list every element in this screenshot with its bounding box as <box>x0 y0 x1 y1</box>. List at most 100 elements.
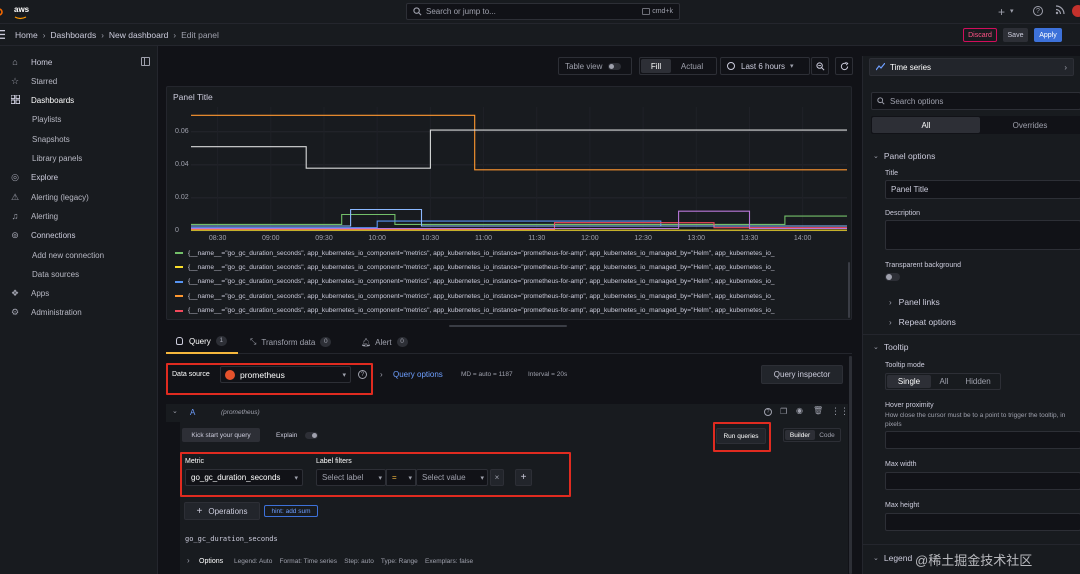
tab-alert[interactable]: 🔔︎ Alert 0 <box>361 330 421 354</box>
fill-button[interactable]: Fill <box>641 59 671 73</box>
legend-scrollbar[interactable] <box>848 262 850 318</box>
help-icon[interactable]: ? <box>764 408 772 416</box>
legend-item[interactable]: {__name__="go_gc_duration_seconds", app_… <box>175 276 852 288</box>
sidebar-item-apps[interactable]: ❖ Apps <box>0 284 158 302</box>
collapse-chevron-icon[interactable]: ⌄ <box>172 407 178 415</box>
panel-links-label: Panel links <box>898 297 940 307</box>
menu-toggle-icon[interactable] <box>0 6 5 18</box>
sidebar-item-add-new-connection[interactable]: Add new connection <box>32 246 104 264</box>
transparent-background-switch[interactable] <box>885 273 900 281</box>
max-width-input[interactable] <box>885 472 1080 490</box>
tab-overrides[interactable]: Overrides <box>980 117 1080 133</box>
query-scrollbar[interactable] <box>849 356 852 574</box>
legend-item[interactable]: {__name__="go_gc_duration_seconds", app_… <box>175 247 852 259</box>
series-line-5[interactable] <box>191 208 847 227</box>
options-tabs: All Overrides <box>871 116 1080 134</box>
legend-item[interactable]: {__name__="go_gc_duration_seconds", app_… <box>175 305 852 317</box>
chevron-right-icon[interactable]: › <box>380 370 383 379</box>
sidebar-item-starred[interactable]: ☆ Starred <box>0 72 158 90</box>
query-inspector-button[interactable]: Query inspector <box>761 365 843 384</box>
panel-resize-handle[interactable] <box>449 325 567 327</box>
discard-button[interactable]: Discard <box>963 28 997 42</box>
query-ref-id[interactable]: A <box>190 408 195 417</box>
trash-icon[interactable]: 🗑︎ <box>813 406 823 415</box>
description-textarea[interactable] <box>885 220 1080 250</box>
time-range-picker[interactable]: Last 6 hours ▾ <box>720 57 810 75</box>
chevron-down-icon: ⌄ <box>873 344 879 351</box>
breadcrumb-dashboards[interactable]: Dashboards <box>50 30 96 40</box>
breadcrumb-home[interactable]: Home <box>15 30 38 40</box>
chevron-down-icon[interactable]: ▾ <box>1010 7 1014 15</box>
legend-item[interactable]: {__name__="go_gc_duration_seconds", app_… <box>175 290 852 302</box>
repeat-options-header[interactable]: › Repeat options <box>889 317 956 327</box>
legend-item[interactable]: {__name__="go_gc_duration_seconds", app_… <box>175 261 852 273</box>
panel-links-header[interactable]: › Panel links <box>889 297 940 307</box>
sidebar-item-home[interactable]: ⌂ Home <box>0 53 158 71</box>
y-tick-label: 0.02 <box>175 193 189 201</box>
table-view-toggle[interactable]: Table view <box>558 57 632 75</box>
tab-query[interactable]: Query 1 <box>166 330 238 354</box>
sidebar-item-playlists[interactable]: Playlists <box>32 110 61 128</box>
chevron-right-icon: › <box>42 30 46 40</box>
sidebar-item-administration[interactable]: ⚙ Administration <box>0 303 158 321</box>
add-icon[interactable]: + <box>998 5 1005 19</box>
refresh-icon <box>840 61 848 70</box>
tooltip-mode-single[interactable]: Single <box>887 375 931 388</box>
apply-button[interactable]: Apply <box>1034 28 1062 42</box>
options-label[interactable]: Options <box>199 558 223 565</box>
series-line-2[interactable] <box>191 213 847 225</box>
kick-start-button[interactable]: Kick start your query <box>182 428 260 442</box>
hover-proximity-input[interactable] <box>885 431 1080 449</box>
tab-all[interactable]: All <box>872 117 980 133</box>
operations-button[interactable]: + Operations <box>184 502 260 520</box>
table-view-switch[interactable] <box>608 62 622 70</box>
explain-switch[interactable] <box>305 432 318 439</box>
sidebar-item-alerting-legacy[interactable]: ⚠ Alerting (legacy) <box>0 188 158 206</box>
sidebar-item-snapshots[interactable]: Snapshots <box>32 130 70 148</box>
hint-add-sum-button[interactable]: hint: add sum <box>264 505 318 517</box>
refresh-button[interactable] <box>835 57 853 75</box>
drag-handle-icon[interactable]: ⋮⋮ <box>831 406 849 417</box>
options-search-placeholder: Search options <box>890 96 944 106</box>
time-series-chart[interactable] <box>167 87 851 247</box>
title-input[interactable]: Panel Title <box>885 180 1080 199</box>
sidebar-item-library-panels[interactable]: Library panels <box>32 149 82 167</box>
sidebar-item-connections[interactable]: ⊚ Connections <box>0 226 158 244</box>
series-line-0[interactable] <box>191 114 847 171</box>
search-bar[interactable]: Search or jump to... cmd+k <box>406 3 680 20</box>
sidebar-item-explore[interactable]: ◎ Explore <box>0 168 158 186</box>
zoom-out-button[interactable] <box>811 57 829 75</box>
builder-mode-button[interactable]: Builder <box>785 430 815 440</box>
user-avatar[interactable] <box>1072 5 1080 17</box>
query-options-link[interactable]: Query options <box>393 370 443 379</box>
tooltip-mode-all[interactable]: All <box>931 375 957 388</box>
visualization-picker[interactable]: Time series › <box>869 58 1074 76</box>
help-icon[interactable]: ? <box>1033 6 1043 16</box>
sidebar-item-label: Connections <box>31 230 76 240</box>
code-mode-button[interactable]: Code <box>815 430 839 440</box>
sidebar-item-dashboards[interactable]: Dashboards <box>0 91 158 109</box>
hamburger-menu-icon[interactable] <box>0 30 5 39</box>
eye-icon[interactable]: ◉ <box>796 406 803 415</box>
sidebar-item-alerting[interactable]: ♫ Alerting <box>0 207 158 225</box>
tooltip-header[interactable]: ⌄ Tooltip <box>873 342 908 352</box>
x-tick-label: 13:00 <box>687 235 706 242</box>
legend-label: {__name__="go_gc_duration_seconds", app_… <box>188 249 775 257</box>
divider <box>863 544 1080 545</box>
title-field-label: Title <box>885 170 898 177</box>
breadcrumb-new-dashboard[interactable]: New dashboard <box>109 30 169 40</box>
legend-header[interactable]: ⌄ Legend <box>873 553 912 563</box>
bell-icon: 🔔︎ <box>361 337 372 347</box>
actual-button[interactable]: Actual <box>671 59 713 73</box>
options-search[interactable]: Search options <box>871 92 1080 110</box>
max-height-input[interactable] <box>885 513 1080 531</box>
chevron-right-icon[interactable]: › <box>187 556 190 565</box>
panel-options-header[interactable]: ⌄ Panel options <box>873 151 935 161</box>
tooltip-mode-hidden[interactable]: Hidden <box>957 375 999 388</box>
tab-transform-data[interactable]: ⤡ Transform data 0 <box>250 330 350 354</box>
save-button[interactable]: Save <box>1003 28 1028 42</box>
sidebar-item-data-sources[interactable]: Data sources <box>32 265 79 283</box>
rss-icon[interactable] <box>1055 5 1065 15</box>
duplicate-icon[interactable]: ❐ <box>780 407 787 416</box>
series-line-1[interactable] <box>191 129 847 169</box>
